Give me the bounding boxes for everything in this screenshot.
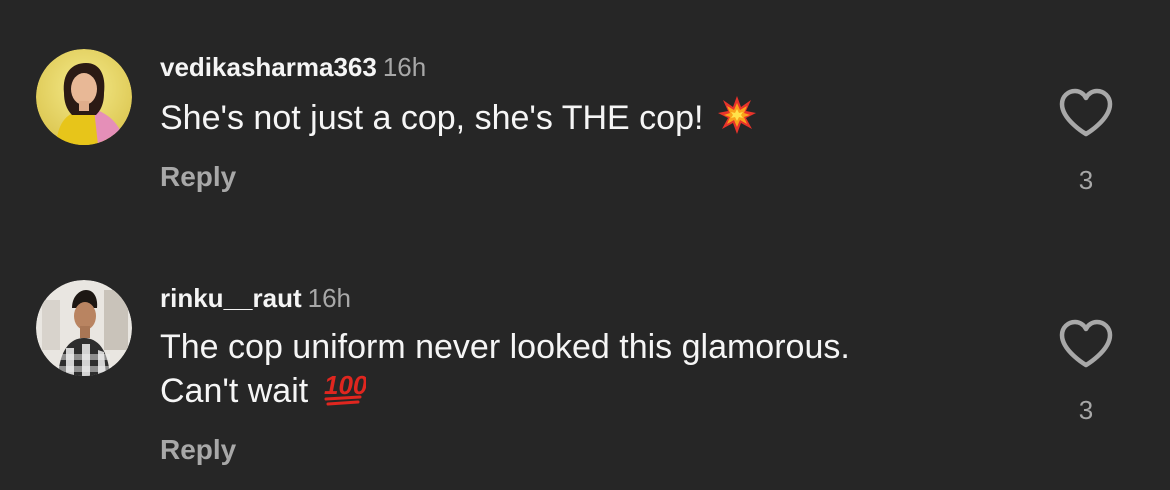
comment-timestamp: 16h [307, 283, 351, 313]
collision-icon [717, 95, 757, 145]
comment-text-content: The cop uniform never looked this glamor… [160, 328, 850, 410]
reply-button[interactable]: Reply [160, 161, 236, 193]
like-button[interactable] [1058, 88, 1114, 138]
comments-list: vedikasharma363 16h She's not just a cop,… [0, 0, 1170, 490]
hundred-points-icon: 100 [322, 368, 368, 418]
like-button[interactable] [1058, 319, 1114, 369]
like-count: 3 [1078, 395, 1094, 425]
comment-text-content: She's not just a cop, she's THE cop! [160, 98, 704, 137]
avatar[interactable] [36, 49, 132, 145]
username-line: vedikasharma363 16h [160, 52, 426, 82]
comment-text: She's not just a cop, she's THE cop! [160, 95, 757, 145]
comment-text: The cop uniform never looked this glamor… [160, 326, 850, 418]
heart-icon [1059, 319, 1113, 368]
username[interactable]: vedikasharma363 [160, 52, 377, 82]
username-line: rinku__raut 16h [160, 283, 351, 313]
reply-button[interactable]: Reply [160, 434, 236, 466]
avatar[interactable] [36, 280, 132, 376]
comment-timestamp: 16h [382, 52, 427, 82]
svg-text:100: 100 [324, 370, 366, 400]
comment-item: rinku__raut 16h The cop uniform never loo… [0, 245, 1170, 490]
username[interactable]: rinku__raut [160, 283, 302, 313]
like-count: 3 [1078, 165, 1094, 195]
heart-icon [1059, 88, 1113, 137]
comment-item: vedikasharma363 16h She's not just a cop,… [0, 0, 1170, 245]
